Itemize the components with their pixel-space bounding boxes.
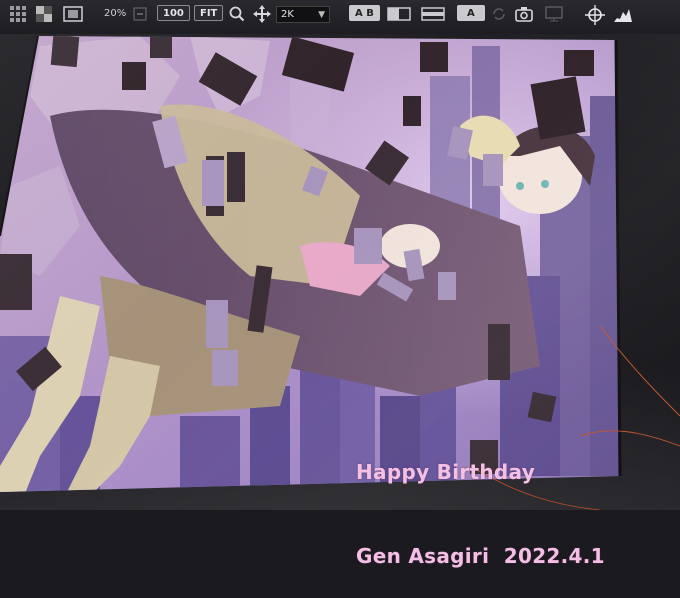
zoom-100-button[interactable]: 100 xyxy=(157,5,190,21)
checkerboard-icon[interactable] xyxy=(34,4,54,24)
greeting-line-1: Happy Birthday xyxy=(356,460,536,484)
chevron-down-icon: ▼ xyxy=(318,10,325,20)
fit-button[interactable]: FIT xyxy=(194,5,224,21)
camera-icon[interactable] xyxy=(514,4,534,24)
pan-icon[interactable] xyxy=(253,4,271,24)
resolution-value: 2K xyxy=(281,9,294,20)
top-toolbar: 20% 100 FIT 2K ▼ A B A xyxy=(0,0,680,35)
zoom-value[interactable]: 20% xyxy=(104,8,126,19)
split-view-icon[interactable] xyxy=(386,4,412,24)
monitor-icon[interactable] xyxy=(544,4,564,24)
ab-compare-button[interactable]: A B xyxy=(349,5,380,21)
grid-icon[interactable] xyxy=(8,4,28,24)
crosshair-icon[interactable] xyxy=(584,4,606,26)
zoom-stepper-icon[interactable] xyxy=(132,6,148,22)
search-icon[interactable] xyxy=(228,4,246,24)
overlay-button[interactable]: A xyxy=(457,5,485,21)
single-view-icon[interactable] xyxy=(420,4,446,24)
greeting-line-2: Gen Asagiri 2022.4.1 xyxy=(356,544,605,568)
frame-icon[interactable] xyxy=(62,4,84,24)
histogram-icon[interactable] xyxy=(612,4,634,24)
resolution-select[interactable]: 2K ▼ xyxy=(276,6,330,23)
sync-icon[interactable] xyxy=(490,4,508,24)
birthday-greeting: Happy Birthday Gen Asagiri 2022.4.1 xyxy=(356,402,605,598)
